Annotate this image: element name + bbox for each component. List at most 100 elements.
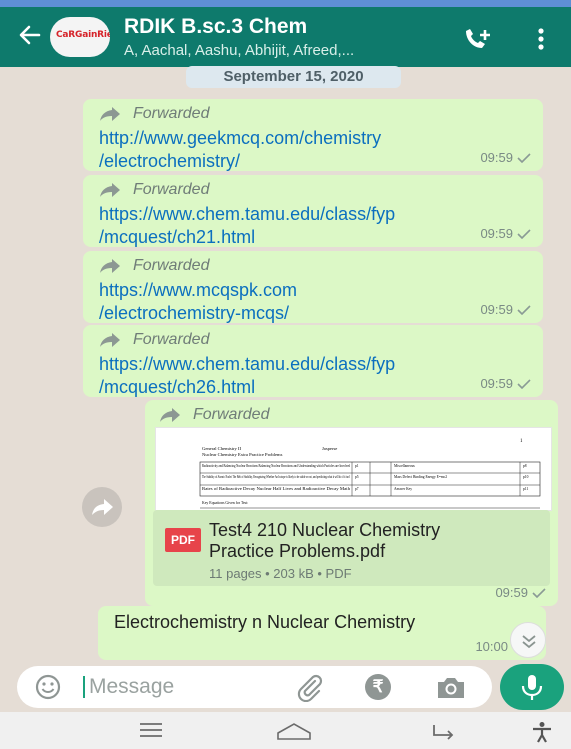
forwarded-tag: Forwarded xyxy=(99,103,209,125)
preview-cell: p5 xyxy=(355,475,359,479)
link-line: https://www.chem.tamu.edu/class/fyp xyxy=(99,354,396,374)
document-preview[interactable]: 1 General Chemistry II Jasperse Nuclear … xyxy=(155,427,552,511)
document-message-bubble[interactable]: Forwarded 1 General Chemistry II Jaspers… xyxy=(145,400,558,606)
preview-subhead: Nuclear Chemistry Extra Practice Problem… xyxy=(202,452,283,457)
forwarded-label: Forwarded xyxy=(133,181,210,198)
message-bubble[interactable]: Forwarded https://www.chem.tamu.edu/clas… xyxy=(83,175,543,247)
forwarded-label: Forwarded xyxy=(193,406,270,423)
menu-lines-icon[interactable] xyxy=(138,721,164,744)
preview-head-left: General Chemistry II xyxy=(202,446,242,451)
forward-arrow-icon xyxy=(100,183,120,197)
message-text: Electrochemistry n Nuclear Chemistry xyxy=(114,612,416,632)
message-time: 09:59 xyxy=(480,150,513,165)
message-meta: 09:59 xyxy=(480,226,531,241)
preview-cell: The Stability of Atomic Nuclei The Belt … xyxy=(202,475,350,480)
forward-arrow-icon xyxy=(100,259,120,273)
double-chevron-down-icon[interactable] xyxy=(510,622,546,658)
preview-cell: p10 xyxy=(523,475,529,479)
preview-cell: Rates of Radioactive Decay Nuclear Half … xyxy=(202,487,350,491)
preview-head-right: Jasperse xyxy=(322,446,337,451)
message-time: 09:59 xyxy=(480,226,513,241)
forwarded-tag: Forwarded xyxy=(99,255,209,277)
chat-header: CaRGainRie RDIK B.sc.3 Chem A, Aachal, A… xyxy=(0,7,571,67)
preview-cell: p8 xyxy=(523,464,527,468)
message-meta: 09:59 xyxy=(480,302,531,317)
emoji-icon[interactable] xyxy=(34,673,62,701)
home-icon[interactable] xyxy=(274,721,314,746)
message-time: 09:59 xyxy=(480,376,513,391)
message-bubble[interactable]: Forwarded https://www.mcqspk.com /electr… xyxy=(83,251,543,323)
document-name: Test4 210 Nuclear Chemistry Practice Pro… xyxy=(209,520,549,562)
message-bubble[interactable]: Forwarded http://www.geekmcq.com/chemist… xyxy=(83,99,543,171)
link-line: /mcquest/ch21.html xyxy=(99,227,256,247)
message-time: 10:00 xyxy=(475,639,508,654)
forwarded-label: Forwarded xyxy=(133,331,210,348)
check-icon xyxy=(517,378,531,389)
link-line: /mcquest/ch26.html xyxy=(99,377,256,397)
back-nav-icon[interactable] xyxy=(428,721,458,746)
attach-icon[interactable] xyxy=(295,674,325,703)
date-chip: September 15, 2020 xyxy=(186,66,401,88)
check-icon xyxy=(517,228,531,239)
message-bubble[interactable]: Forwarded https://www.chem.tamu.edu/clas… xyxy=(83,325,543,397)
check-icon xyxy=(532,587,546,598)
message-link[interactable]: https://www.mcqspk.com /electrochemistry… xyxy=(99,279,297,325)
preview-cell: Miscellaneous xyxy=(394,464,415,468)
link-line: /electrochemistry/ xyxy=(99,151,241,171)
group-avatar[interactable]: CaRGainRie xyxy=(50,17,110,57)
message-link[interactable]: http://www.geekmcq.com/chemistry /electr… xyxy=(99,127,381,173)
group-title[interactable]: RDIK B.sc.3 Chem xyxy=(124,15,307,39)
system-navigation-bar xyxy=(0,712,571,749)
mic-icon[interactable] xyxy=(500,664,564,710)
message-bubble[interactable]: Electrochemistry n Nuclear Chemistry 10:… xyxy=(98,606,546,660)
group-members[interactable]: A, Aachal, Aashu, Abhijit, Afreed,... xyxy=(124,42,354,59)
message-input[interactable]: Message xyxy=(89,675,174,699)
link-line: /electrochemistry-mcqs/ xyxy=(99,303,290,323)
preview-cell: p11 xyxy=(523,487,528,491)
preview-page-num: 1 xyxy=(520,439,523,444)
message-link[interactable]: https://www.chem.tamu.edu/class/fyp /mcq… xyxy=(99,203,395,249)
document-file-card[interactable]: PDF Test4 210 Nuclear Chemistry Practice… xyxy=(153,510,550,586)
back-arrow-icon[interactable] xyxy=(16,21,44,49)
status-strip xyxy=(0,0,571,7)
avatar-logo-text: CaRGainRie xyxy=(56,30,110,40)
message-link[interactable]: https://www.chem.tamu.edu/class/fyp /mcq… xyxy=(99,353,395,399)
accessibility-icon[interactable] xyxy=(530,721,554,748)
preview-cell: p7 xyxy=(355,487,359,491)
preview-cell: p1 xyxy=(355,464,359,468)
link-line: https://www.chem.tamu.edu/class/fyp xyxy=(99,204,396,224)
preview-footer: Key Equations Given for Test: xyxy=(202,501,248,505)
preview-cell: Mass Defect Binding Energy E=mc2 xyxy=(394,475,447,479)
document-name-line: Practice Problems.pdf xyxy=(209,541,386,561)
forward-arrow-icon xyxy=(100,107,120,121)
share-icon[interactable] xyxy=(82,487,122,527)
message-time: 09:59 xyxy=(480,302,513,317)
add-call-icon[interactable] xyxy=(462,25,496,53)
link-line: http://www.geekmcq.com/chemistry xyxy=(99,128,382,148)
rupee-icon[interactable]: ₹ xyxy=(365,674,391,700)
forwarded-tag: Forwarded xyxy=(99,179,209,201)
preview-cell: Answer Key xyxy=(394,487,412,491)
text-cursor xyxy=(83,676,85,698)
camera-icon[interactable] xyxy=(435,675,467,701)
forwarded-label: Forwarded xyxy=(133,105,210,122)
message-meta: 10:00 xyxy=(475,639,508,654)
check-icon xyxy=(517,304,531,315)
preview-cell: Radioactivity and Balancing Nuclear Reac… xyxy=(202,464,350,468)
document-info: 11 pages • 203 kB • PDF xyxy=(209,566,352,581)
document-name-line: Test4 210 Nuclear Chemistry xyxy=(209,520,441,540)
link-line: https://www.mcqspk.com xyxy=(99,280,298,300)
forwarded-label: Forwarded xyxy=(133,257,210,274)
menu-dots-icon[interactable] xyxy=(536,27,546,53)
pdf-icon: PDF xyxy=(165,528,201,552)
message-meta: 09:59 xyxy=(480,150,531,165)
forwarded-tag: Forwarded xyxy=(99,329,209,351)
forward-arrow-icon xyxy=(160,408,180,422)
message-time: 09:59 xyxy=(495,585,528,600)
message-input-bar[interactable]: Message ₹ xyxy=(17,666,492,708)
check-icon xyxy=(517,152,531,163)
forwarded-tag: Forwarded xyxy=(159,404,269,426)
message-meta: 09:59 xyxy=(495,585,546,600)
forward-arrow-icon xyxy=(100,333,120,347)
message-meta: 09:59 xyxy=(480,376,531,391)
